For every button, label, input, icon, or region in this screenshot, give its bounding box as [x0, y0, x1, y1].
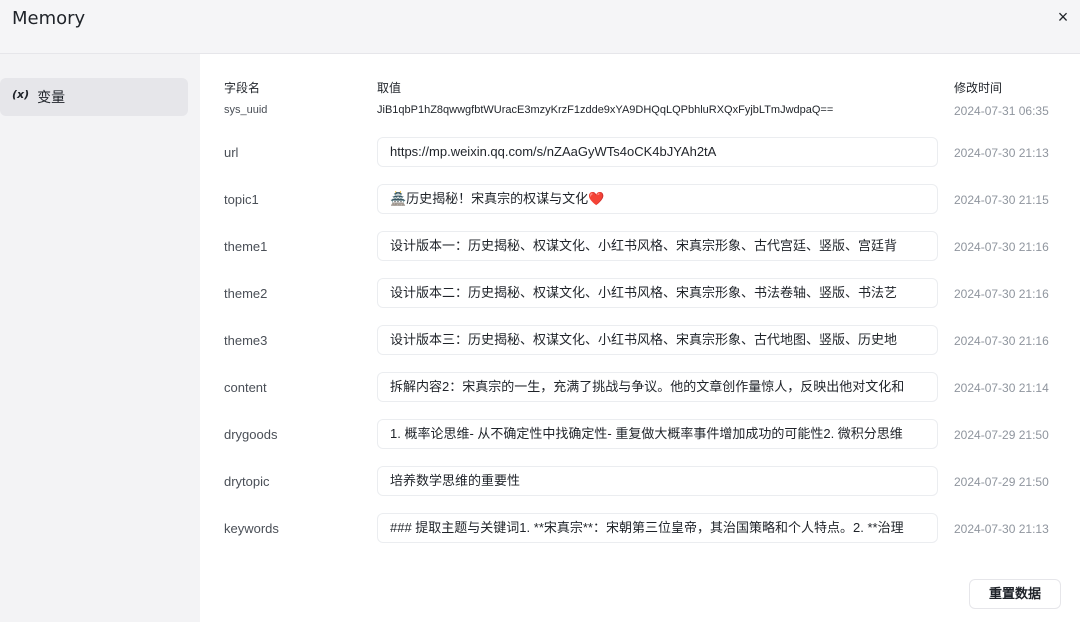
- row-time-drytopic: 2024-07-29 21:50: [954, 475, 1049, 489]
- row-name-topic1: topic1: [224, 192, 259, 207]
- row-name-content: content: [224, 380, 267, 395]
- row-value-sys-uuid: JiB1qbP1hZ8qwwgfbtWUracE3mzyKrzF1zdde9xY…: [377, 104, 834, 116]
- row-name-theme1: theme1: [224, 239, 268, 254]
- row-name-drygoods: drygoods: [224, 427, 278, 442]
- modal-title: Memory: [12, 8, 86, 29]
- value-field-url[interactable]: https://mp.weixin.qq.com/s/nZAaGyWTs4oCK…: [377, 137, 938, 167]
- row-time-content: 2024-07-30 21:14: [954, 381, 1049, 395]
- row-name-keywords: keywords: [224, 521, 279, 536]
- modal-header: Memory ×: [0, 0, 1080, 54]
- value-field-theme3[interactable]: 设计版本三：历史揭秘、权谋文化、小红书风格、宋真宗形象、古代地图、竖版、历史地: [377, 325, 938, 355]
- row-time-keywords: 2024-07-30 21:13: [954, 522, 1049, 536]
- column-header-name: 字段名: [224, 81, 261, 95]
- row-time-theme1: 2024-07-30 21:16: [954, 240, 1049, 254]
- column-header-value: 取值: [377, 81, 402, 95]
- sidebar-item-variables[interactable]: (x) 变量: [0, 78, 188, 116]
- sidebar-item-label: 变量: [37, 89, 66, 105]
- value-field-content[interactable]: 拆解内容2：宋真宗的一生，充满了挑战与争议。他的文章创作量惊人，反映出他对文化和: [377, 372, 938, 402]
- variable-icon: (x): [12, 87, 30, 101]
- value-field-drytopic[interactable]: 培养数学思维的重要性: [377, 466, 938, 496]
- row-time-drygoods: 2024-07-29 21:50: [954, 428, 1049, 442]
- row-time-topic1: 2024-07-30 21:15: [954, 193, 1049, 207]
- row-time-theme3: 2024-07-30 21:16: [954, 334, 1049, 348]
- row-name-drytopic: drytopic: [224, 474, 270, 489]
- sidebar: (x) 变量: [0, 54, 200, 622]
- close-icon[interactable]: ×: [1052, 6, 1074, 28]
- row-name-url: url: [224, 145, 239, 160]
- value-field-theme2[interactable]: 设计版本二：历史揭秘、权谋文化、小红书风格、宋真宗形象、书法卷轴、竖版、书法艺: [377, 278, 938, 308]
- value-field-keywords[interactable]: ### 提取主题与关键词1. **宋真宗**：宋朝第三位皇帝，其治国策略和个人特…: [377, 513, 938, 543]
- column-header-time: 修改时间: [954, 81, 1003, 95]
- value-field-theme1[interactable]: 设计版本一：历史揭秘、权谋文化、小红书风格、宋真宗形象、古代宫廷、竖版、宫廷背: [377, 231, 938, 261]
- value-field-drygoods[interactable]: 1. 概率论思维- 从不确定性中找确定性- 重复做大概率事件增加成功的可能性2.…: [377, 419, 938, 449]
- row-name-theme2: theme2: [224, 286, 268, 301]
- row-name-theme3: theme3: [224, 333, 268, 348]
- variables-panel: 字段名 取值 修改时间 sys_uuid JiB1qbP1hZ8qwwgfbtW…: [200, 54, 1080, 622]
- reset-data-button[interactable]: 重置数据: [969, 579, 1061, 609]
- row-name-sys-uuid: sys_uuid: [224, 104, 268, 116]
- row-time-sys-uuid: 2024-07-31 06:35: [954, 104, 1049, 118]
- row-time-url: 2024-07-30 21:13: [954, 146, 1049, 160]
- value-field-topic1[interactable]: 🏯历史揭秘！宋真宗的权谋与文化❤️: [377, 184, 938, 214]
- row-time-theme2: 2024-07-30 21:16: [954, 287, 1049, 301]
